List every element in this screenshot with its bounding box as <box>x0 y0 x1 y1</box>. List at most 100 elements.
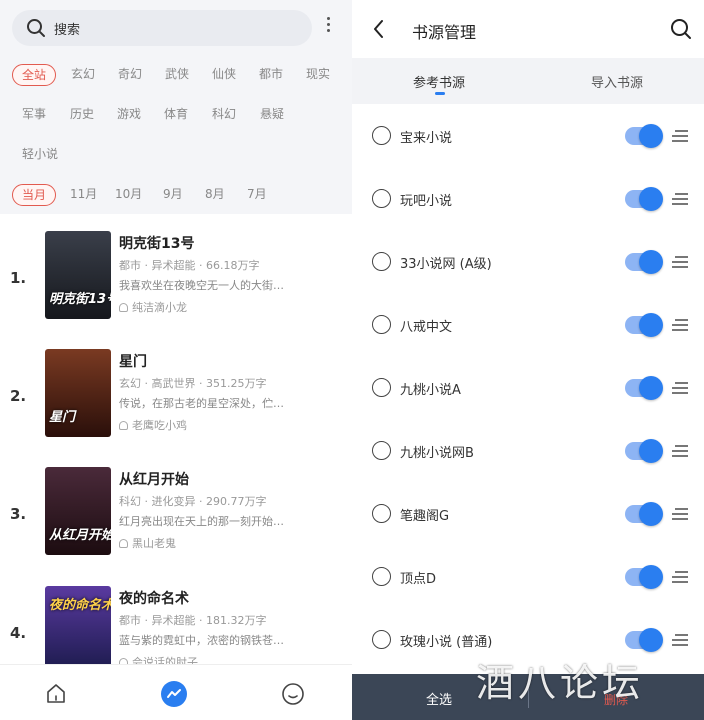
source-management-panel: 书源管理 参考书源 导入书源 宝来小说 玩吧小说 33小说网 (A级) 八戒中文 <box>352 0 704 720</box>
cover-title: 从红月开始 <box>49 528 111 543</box>
category-junshi[interactable]: 军事 <box>22 104 46 126</box>
source-name: 九桃小说网B <box>400 446 474 461</box>
month-9[interactable]: 9月 <box>163 184 183 206</box>
book-list-item[interactable]: 1. 明克街13号 明克街13号 都市 · 异术超能 · 66.18万字 我喜欢… <box>0 231 352 349</box>
category-qihuan[interactable]: 奇幻 <box>118 64 142 86</box>
home-icon[interactable] <box>43 681 69 707</box>
source-row[interactable]: 顶点D <box>352 545 704 608</box>
category-xianxia[interactable]: 仙侠 <box>212 64 236 86</box>
book-description: 蓝与紫的霓虹中，浓密的钢铁苍… <box>119 634 284 647</box>
category-dushi[interactable]: 都市 <box>259 64 283 86</box>
category-xuanyi[interactable]: 悬疑 <box>260 104 284 126</box>
search-bar[interactable]: 搜索 <box>12 10 312 46</box>
book-meta: 玄幻 · 高武世界 · 351.25万字 <box>119 377 267 390</box>
category-all[interactable]: 全站 <box>12 64 57 86</box>
book-author: 黑山老鬼 <box>119 535 176 551</box>
category-row-2: 军事 历史 游戏 体育 科幻 悬疑 <box>0 104 352 126</box>
month-current[interactable]: 当月 <box>12 184 57 206</box>
source-name: 玫瑰小说 (普通) <box>400 635 493 650</box>
rank-number: 3. <box>10 505 27 523</box>
watermark: 酒八论坛 <box>476 661 645 705</box>
top-bar: 书源管理 <box>352 0 704 58</box>
category-qingxiaoshuo[interactable]: 轻小说 <box>22 144 58 166</box>
category-lishi[interactable]: 历史 <box>70 104 94 126</box>
enable-toggle[interactable] <box>625 439 663 463</box>
select-radio[interactable] <box>372 504 391 523</box>
enable-toggle[interactable] <box>625 565 663 589</box>
category-youxi[interactable]: 游戏 <box>117 104 141 126</box>
back-icon[interactable] <box>370 17 388 41</box>
source-row[interactable]: 九桃小说A <box>352 356 704 419</box>
search-placeholder: 搜索 <box>54 23 81 38</box>
rank-number: 4. <box>10 624 27 642</box>
filter-area: 搜索 全站 玄幻 奇幻 武侠 仙侠 都市 现实 军事 历史 游戏 体育 科幻 悬… <box>0 0 352 214</box>
more-vertical-icon[interactable] <box>320 14 336 40</box>
source-row[interactable]: 宝来小说 <box>352 104 704 167</box>
category-kehuan[interactable]: 科幻 <box>212 104 236 126</box>
category-xuanhuan[interactable]: 玄幻 <box>71 64 95 86</box>
month-11[interactable]: 11月 <box>70 184 97 206</box>
month-row: 当月 11月 10月 9月 8月 7月 <box>0 184 352 206</box>
select-radio[interactable] <box>372 441 391 460</box>
book-meta: 都市 · 异术超能 · 181.32万字 <box>119 614 267 627</box>
drag-handle-icon[interactable] <box>672 445 688 457</box>
discover-icon[interactable] <box>161 681 187 707</box>
search-icon[interactable] <box>670 18 692 40</box>
profile-icon[interactable] <box>280 681 306 707</box>
drag-handle-icon[interactable] <box>672 571 688 583</box>
source-row[interactable]: 九桃小说网B <box>352 419 704 482</box>
book-meta: 科幻 · 进化变异 · 290.77万字 <box>119 495 267 508</box>
select-radio[interactable] <box>372 378 391 397</box>
select-radio[interactable] <box>372 315 391 334</box>
category-xianshi[interactable]: 现实 <box>306 64 330 86</box>
drag-handle-icon[interactable] <box>672 256 688 268</box>
cover-title: 星门 <box>49 410 76 425</box>
select-radio[interactable] <box>372 630 391 649</box>
enable-toggle[interactable] <box>625 502 663 526</box>
book-list-item[interactable]: 4. 夜的命名术 夜的命名术 都市 · 异术超能 · 181.32万字 蓝与紫的… <box>0 586 352 664</box>
book-description: 传说，在那古老的星空深处，伫… <box>119 397 284 410</box>
drag-handle-icon[interactable] <box>672 319 688 331</box>
category-tiyu[interactable]: 体育 <box>164 104 188 126</box>
enable-toggle[interactable] <box>625 628 663 652</box>
source-row[interactable]: 玩吧小说 <box>352 167 704 230</box>
author-icon <box>119 539 128 548</box>
drag-handle-icon[interactable] <box>672 193 688 205</box>
enable-toggle[interactable] <box>625 187 663 211</box>
tab-reference-sources[interactable]: 参考书源 <box>413 72 465 91</box>
drag-handle-icon[interactable] <box>672 634 688 646</box>
enable-toggle[interactable] <box>625 250 663 274</box>
drag-handle-icon[interactable] <box>672 130 688 142</box>
book-list-item[interactable]: 3. 从红月开始 从红月开始 科幻 · 进化变异 · 290.77万字 红月亮出… <box>0 467 352 585</box>
source-name: 八戒中文 <box>400 320 453 335</box>
source-row[interactable]: 笔趣阁G <box>352 482 704 545</box>
book-cover: 明克街13号 <box>45 231 111 319</box>
month-10[interactable]: 10月 <box>115 184 142 206</box>
book-author: 会说话的肘子 <box>119 654 198 664</box>
month-7[interactable]: 7月 <box>247 184 267 206</box>
select-radio[interactable] <box>372 567 391 586</box>
source-tabs: 参考书源 导入书源 <box>352 58 704 104</box>
author-name: 黑山老鬼 <box>132 537 176 550</box>
cover-title: 明克街13号 <box>49 292 111 307</box>
book-author: 纯洁滴小龙 <box>119 299 187 315</box>
book-list-item[interactable]: 2. 星门 星门 玄幻 · 高武世界 · 351.25万字 传说，在那古老的星空… <box>0 349 352 467</box>
drag-handle-icon[interactable] <box>672 508 688 520</box>
source-row[interactable]: 八戒中文 <box>352 293 704 356</box>
select-radio[interactable] <box>372 189 391 208</box>
enable-toggle[interactable] <box>625 376 663 400</box>
category-wuxia[interactable]: 武侠 <box>165 64 189 86</box>
tab-import-sources[interactable]: 导入书源 <box>591 72 643 91</box>
select-radio[interactable] <box>372 126 391 145</box>
enable-toggle[interactable] <box>625 313 663 337</box>
author-icon <box>119 421 128 430</box>
select-radio[interactable] <box>372 252 391 271</box>
search-icon <box>27 19 45 37</box>
drag-handle-icon[interactable] <box>672 382 688 394</box>
month-8[interactable]: 8月 <box>205 184 225 206</box>
author-name: 老鹰吃小鸡 <box>132 419 187 432</box>
enable-toggle[interactable] <box>625 124 663 148</box>
book-author: 老鹰吃小鸡 <box>119 417 187 433</box>
source-row[interactable]: 33小说网 (A级) <box>352 230 704 293</box>
select-all-button[interactable]: 全选 <box>426 689 452 708</box>
